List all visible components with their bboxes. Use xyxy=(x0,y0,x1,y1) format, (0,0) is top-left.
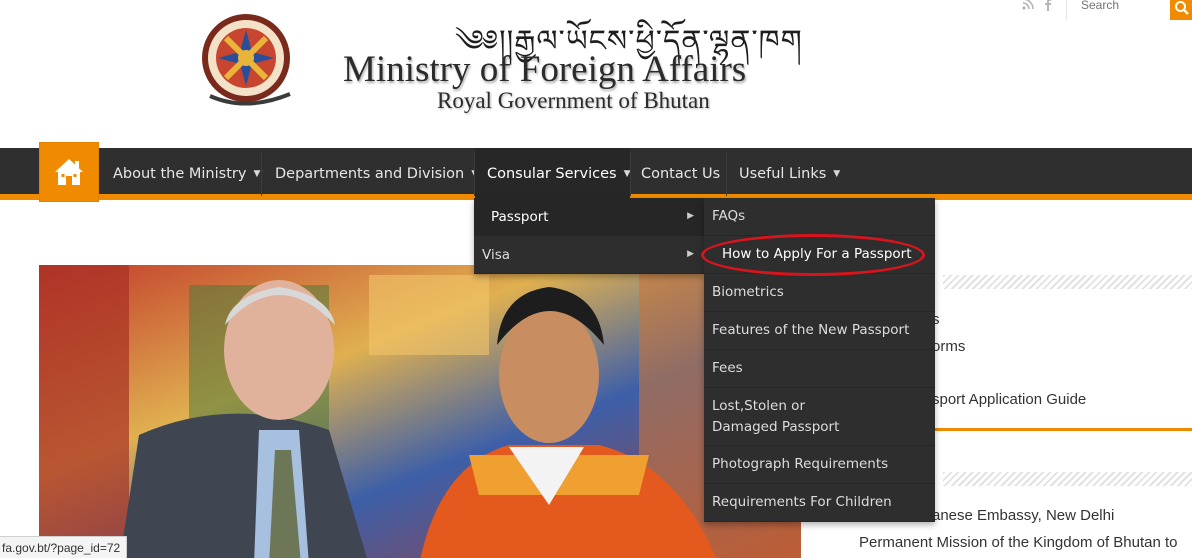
browser-status-bar: fa.gov.bt/?page_id=72 xyxy=(0,536,128,558)
nav-useful-links[interactable]: Useful Links ▼ xyxy=(727,148,852,200)
nav-label: About the Ministry xyxy=(113,166,247,182)
caret-right-icon: ▶ xyxy=(687,249,694,259)
page: ༄༅།།རྒྱལ་ཡོངས་ཕྱི་དོན་ལྷན་ཁག Ministry of… xyxy=(0,0,1192,558)
national-emblem[interactable] xyxy=(198,12,302,108)
menu-item-label: Lost,Stolen or Damaged Passport xyxy=(712,397,840,435)
caret-down-icon: ▼ xyxy=(833,169,841,179)
menu-item-photograph-requirements[interactable]: Photograph Requirements xyxy=(704,446,935,484)
site-subtitle: Royal Government of Bhutan xyxy=(437,88,710,113)
sidebar-link-3[interactable]: sport Application Guide xyxy=(932,391,1086,408)
menu-item-label: Passport xyxy=(491,208,549,225)
menu-item-biometrics[interactable]: Biometrics xyxy=(704,274,935,312)
site-header: ༄༅།།རྒྱལ་ཡོངས་ཕྱི་དོན་ལྷན་ཁག Ministry of… xyxy=(0,0,1192,148)
nav-label: Useful Links xyxy=(739,166,827,182)
menu-item-passport[interactable]: Passport ▶ xyxy=(474,198,704,236)
consular-services-menu: Passport ▶ Visa ▶ xyxy=(474,198,704,274)
nav-contact-us[interactable]: Contact Us xyxy=(629,148,732,200)
search-icon xyxy=(1175,1,1189,15)
caret-right-icon: ▶ xyxy=(687,211,694,221)
sidebar-link-4[interactable]: anese Embassy, New Delhi xyxy=(932,507,1114,524)
nav-departments-and-division[interactable]: Departments and Division ▼ xyxy=(263,148,490,200)
search-box xyxy=(1066,0,1177,20)
menu-item-label: Photograph Requirements xyxy=(712,456,889,472)
home-button[interactable] xyxy=(39,142,99,202)
home-icon xyxy=(55,159,83,185)
menu-item-requirements-children[interactable]: Requirements For Children xyxy=(704,484,935,522)
menu-item-lost-stolen[interactable]: Lost,Stolen or Damaged Passport xyxy=(704,388,935,446)
menu-item-label: How to Apply For a Passport xyxy=(722,246,912,262)
rss-icon[interactable] xyxy=(1022,0,1034,15)
menu-item-label: Visa xyxy=(482,246,510,263)
search-input[interactable] xyxy=(1081,0,1177,12)
nav-divider xyxy=(261,152,262,196)
menu-item-label: Requirements For Children xyxy=(712,494,892,510)
site-title[interactable]: Ministry of Foreign Affairs xyxy=(343,48,746,91)
menu-item-visa[interactable]: Visa ▶ xyxy=(474,236,704,274)
section-rule xyxy=(935,428,1192,431)
nav-label: Consular Services xyxy=(487,166,617,182)
menu-item-features[interactable]: Features of the New Passport xyxy=(704,312,935,350)
facebook-icon[interactable] xyxy=(1044,0,1052,15)
section-divider xyxy=(943,472,1192,486)
menu-item-label: FAQs xyxy=(712,208,746,224)
nav-label: Contact Us xyxy=(641,166,721,182)
search-button[interactable] xyxy=(1170,0,1192,20)
passport-submenu: FAQs How to Apply For a Passport Biometr… xyxy=(704,198,935,522)
nav-label: Departments and Division xyxy=(275,166,465,182)
nav-about-the-ministry[interactable]: About the Ministry ▼ xyxy=(101,148,272,200)
menu-item-label: Biometrics xyxy=(712,284,784,300)
menu-item-label: Fees xyxy=(712,360,743,376)
social-links xyxy=(1022,0,1052,15)
menu-item-faqs[interactable]: FAQs xyxy=(704,198,935,236)
status-url: fa.gov.bt/?page_id=72 xyxy=(2,540,121,555)
main-nav: About the Ministry ▼ Departments and Div… xyxy=(0,142,1192,202)
featured-photo[interactable] xyxy=(39,265,801,558)
section-divider xyxy=(943,275,1192,289)
menu-item-label: Features of the New Passport xyxy=(712,322,910,338)
sidebar-link-2[interactable]: orms xyxy=(932,338,965,355)
caret-down-icon: ▼ xyxy=(253,169,261,179)
menu-item-how-to-apply[interactable]: How to Apply For a Passport xyxy=(704,236,935,274)
menu-item-fees[interactable]: Fees xyxy=(704,350,935,388)
sidebar-link-5[interactable]: Permanent Mission of the Kingdom of Bhut… xyxy=(859,534,1178,551)
nav-consular-services[interactable]: Consular Services ▼ xyxy=(475,148,630,200)
